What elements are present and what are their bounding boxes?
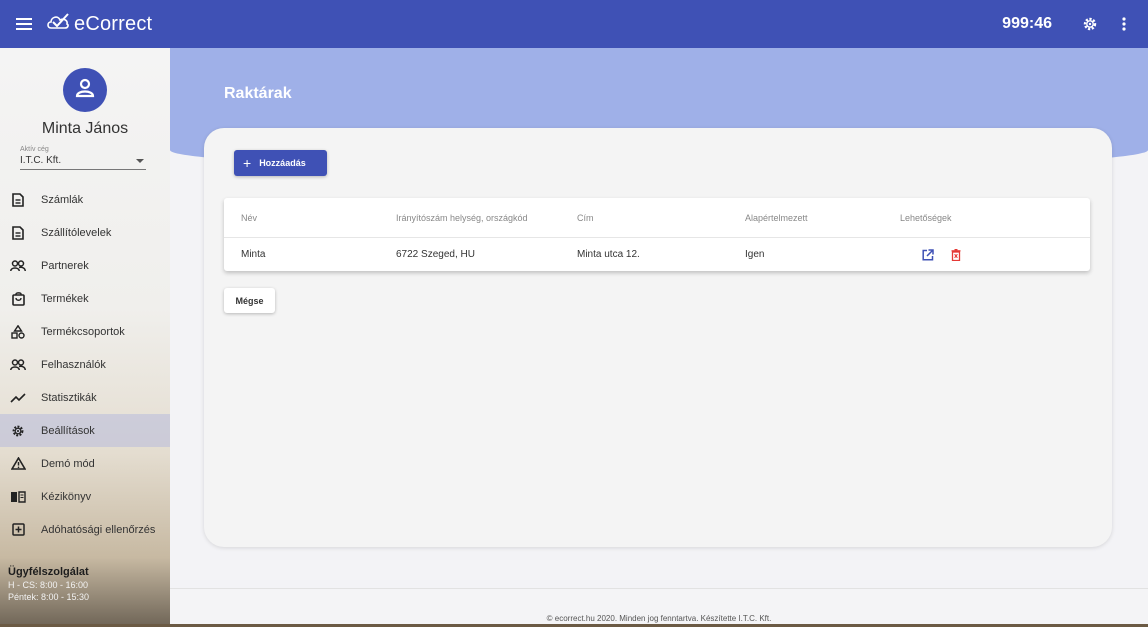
sidebar-item-adohatosagi-ellenorzes[interactable]: Adóhatósági ellenőrzés: [0, 513, 170, 546]
sidebar-item-label: Szállítólevelek: [41, 226, 112, 239]
sidebar-item-kezikonyv[interactable]: Kézikönyv: [0, 480, 170, 513]
hamburger-menu-icon[interactable]: [12, 12, 36, 36]
book-icon: [10, 489, 26, 505]
avatar[interactable]: [63, 68, 107, 112]
support-hours-friday: Péntek: 8:00 - 15:30: [8, 592, 90, 602]
table-header: Név Irányítószám helység, országkód Cím …: [224, 198, 1090, 238]
sidebar-item-termekcsoportok[interactable]: Termékcsoportok: [0, 315, 170, 348]
cell-postal: 6722 Szeged, HU: [396, 249, 475, 260]
column-header-address[interactable]: Cím: [577, 213, 594, 223]
session-timer: 999:46: [1002, 15, 1052, 32]
main-content: Raktárak + Hozzáadás Név Irányítószám he…: [170, 48, 1148, 627]
sidebar-item-szallitolevelek[interactable]: Szállítólevelek: [0, 216, 170, 249]
people-icon: [10, 258, 26, 274]
cancel-button[interactable]: Mégse: [224, 288, 275, 313]
sidebar-item-beallitasok[interactable]: Beállítások: [0, 414, 170, 447]
row-actions: [921, 248, 963, 262]
company-select[interactable]: Aktív cég I.T.C. Kft.: [20, 146, 146, 170]
check-cloud-logo-icon: [46, 12, 70, 37]
user-name: Minta János: [41, 120, 129, 137]
trend-line-icon: [10, 390, 26, 406]
column-header-name[interactable]: Név: [241, 213, 257, 223]
cell-name: Minta: [241, 249, 266, 260]
sidebar-item-termekek[interactable]: Termékek: [0, 282, 170, 315]
gear-icon[interactable]: [1078, 12, 1102, 36]
document-icon: [10, 192, 26, 208]
sidebar-item-label: Beállítások: [41, 424, 95, 437]
customer-support-info: Ügyfélszolgálat H - CS: 8:00 - 16:00 Pén…: [8, 566, 89, 602]
sidebar-item-label: Felhasználók: [41, 358, 106, 371]
delete-icon[interactable]: [949, 248, 963, 262]
sidebar-item-demo-mod[interactable]: Demó mód: [0, 447, 170, 480]
plus-icon: +: [243, 155, 252, 171]
column-header-default: Alapértelmezett: [745, 212, 808, 223]
chevron-down-icon: [136, 159, 144, 163]
gear-icon: [10, 423, 26, 439]
cell-default: Igen: [745, 249, 765, 260]
footer: © ecorrect.hu 2020. Minden jog fenntartv…: [170, 588, 1148, 627]
sidebar-item-felhasznalok[interactable]: Felhasználók: [0, 348, 170, 381]
cell-address: Minta utca 12.: [577, 249, 640, 260]
company-select-value: I.T.C. Kft.: [20, 155, 62, 166]
more-vert-icon[interactable]: [1112, 12, 1136, 36]
add-box-icon: [10, 522, 26, 538]
edit-icon[interactable]: [921, 248, 935, 262]
table-row[interactable]: Minta 6722 Szeged, HU Minta utca 12. Ige…: [224, 238, 1090, 271]
app-logo[interactable]: eCorrect: [46, 12, 152, 37]
sidebar-item-label: Demó mód: [41, 457, 95, 470]
column-header-actions: Lehetőségek: [900, 212, 952, 223]
warning-icon: [10, 456, 26, 472]
footer-copyright: © ecorrect.hu 2020. Minden jog fenntartv…: [546, 614, 772, 623]
sidebar-item-label: Partnerek: [41, 259, 89, 272]
sidebar-item-label: Termékek: [41, 292, 89, 305]
sidebar-item-label: Számlák: [41, 193, 84, 206]
document-lines-icon: [10, 225, 26, 241]
sidebar-item-label: Termékcsoportok: [41, 325, 125, 338]
add-button-label: Hozzáadás: [259, 158, 306, 168]
people-icon: [10, 357, 26, 373]
sidebar-item-partnerek[interactable]: Partnerek: [0, 249, 170, 282]
shopping-bag-icon: [10, 291, 26, 307]
support-hours-weekdays: H - CS: 8:00 - 16:00: [8, 580, 89, 590]
warehouses-table: Név Irányítószám helység, országkód Cím …: [224, 198, 1090, 271]
sidebar: Minta János Aktív cég I.T.C. Kft. Számlá…: [0, 48, 170, 627]
sidebar-item-label: Statisztikák: [41, 391, 97, 404]
sidebar-nav: Számlák Szállítólevelek Partnerek Termék…: [0, 183, 170, 546]
sidebar-item-szamlak[interactable]: Számlák: [0, 183, 170, 216]
sidebar-item-label: Adóhatósági ellenőrzés: [41, 523, 156, 536]
support-title: Ügyfélszolgálat: [8, 566, 89, 578]
column-header-postal[interactable]: Irányítószám helység, országkód: [396, 213, 528, 223]
shapes-icon: [10, 324, 26, 340]
warehouses-card: + Hozzáadás Név Irányítószám helység, or…: [204, 128, 1112, 547]
company-select-label: Aktív cég: [20, 146, 49, 153]
add-button[interactable]: + Hozzáadás: [234, 150, 327, 176]
sidebar-item-label: Kézikönyv: [41, 490, 92, 503]
user-profile: Minta János: [0, 48, 170, 138]
app-name: eCorrect: [74, 12, 153, 35]
person-icon: [74, 77, 96, 104]
sidebar-item-statisztikak[interactable]: Statisztikák: [0, 381, 170, 414]
page-title: Raktárak: [224, 85, 292, 102]
top-app-bar: eCorrect 999:46: [0, 0, 1148, 48]
